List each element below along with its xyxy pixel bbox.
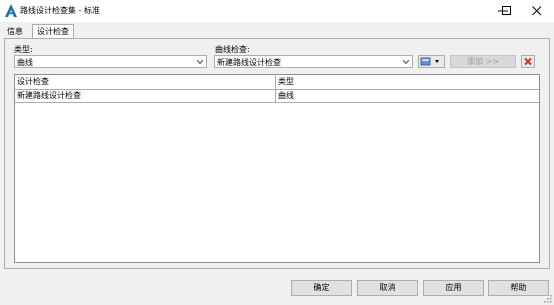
title-bar: 路线设计检查集 - 标准 [0,0,554,22]
delete-x-icon [524,57,532,66]
column-header-design-check[interactable]: 设计检查 [17,76,49,88]
column-divider[interactable] [275,75,276,89]
maximize-button[interactable] [490,0,524,22]
tab-info[interactable]: 信息 [4,25,26,39]
type-label: 类型: [14,45,33,54]
ok-button[interactable]: 确定 [291,280,352,296]
chevron-down-icon [403,60,409,64]
help-button[interactable]: 帮助 [488,280,549,296]
tab-strip: 信息 设计检查 [0,22,554,39]
tab-design-check[interactable]: 设计检查 [32,24,74,39]
curve-check-label: 曲线检查: [215,45,250,54]
delete-button[interactable] [521,55,535,68]
curve-check-select-value: 新建路线设计检查 [217,58,281,67]
close-icon [532,6,542,16]
table-header: 设计检查 类型 [15,75,539,90]
type-select[interactable]: 曲线 [14,55,207,68]
column-divider [275,90,276,102]
row-design-check-cell[interactable]: 新建路线设计检查 [17,90,81,102]
cancel-button[interactable]: 取消 [357,280,418,296]
maximize-icon [502,6,511,15]
close-button[interactable] [520,0,554,22]
resize-grip-icon[interactable] [544,295,552,303]
column-header-type[interactable]: 类型 [278,76,294,88]
chevron-down-icon [197,60,203,64]
type-select-value: 曲线 [17,58,33,67]
check-editor-button[interactable] [418,55,445,68]
app-logo-icon [5,4,17,17]
table-row[interactable]: 新建路线设计检查 曲线 [15,90,539,103]
apply-button[interactable]: 应用 [423,280,484,296]
window-title: 路线设计检查集 - 标准 [20,6,100,15]
check-editor-icon [420,57,439,66]
curve-check-select[interactable]: 新建路线设计检查 [214,55,413,68]
row-type-cell[interactable]: 曲线 [278,90,294,102]
design-check-table: 设计检查 类型 新建路线设计检查 曲线 [14,74,540,263]
add-button[interactable]: 添加 >> [450,55,516,68]
